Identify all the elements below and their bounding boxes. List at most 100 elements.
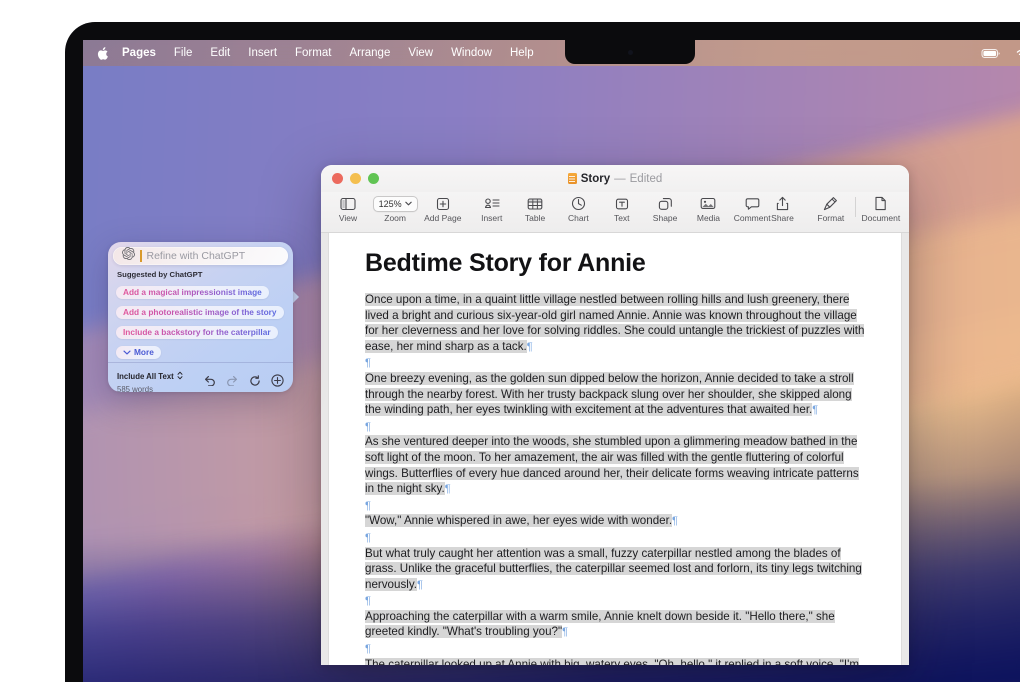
undo-icon[interactable] bbox=[203, 375, 216, 386]
paragraph-1-text: Once upon a time, in a quaint little vil… bbox=[365, 293, 865, 353]
chatgpt-refine-panel: Refine with ChatGPT Suggested by ChatGPT… bbox=[108, 242, 299, 392]
toolbar-insert-label: Insert bbox=[481, 213, 503, 223]
toolbar-share-label: Share bbox=[771, 213, 794, 223]
toolbar-zoom-control[interactable]: 125% Zoom bbox=[372, 195, 418, 223]
toolbar-share-button[interactable]: Share bbox=[768, 195, 798, 223]
chatgpt-input-row[interactable]: Refine with ChatGPT bbox=[113, 246, 288, 265]
suggestion-pill-2[interactable]: Add a photorealistic image of the story bbox=[116, 305, 284, 319]
toolbar-document-button[interactable]: Document bbox=[861, 195, 900, 223]
battery-icon[interactable] bbox=[981, 48, 1001, 59]
apple-logo-icon[interactable] bbox=[96, 46, 113, 61]
pilcrow-mark: ¶ bbox=[562, 626, 569, 639]
toolbar-media-button[interactable]: Media bbox=[693, 195, 723, 223]
document-page-area: Bedtime Story for Annie Once upon a time… bbox=[321, 233, 909, 665]
toolbar-table-button[interactable]: Table bbox=[520, 195, 550, 223]
add-page-icon bbox=[436, 195, 450, 212]
chatgpt-input-placeholder[interactable]: Refine with ChatGPT bbox=[147, 250, 246, 262]
paragraph-6: Approaching the caterpillar with a warm … bbox=[365, 609, 865, 641]
pilcrow-mark: ¶ bbox=[812, 404, 819, 417]
menu-bar: Pages File Edit Insert Format Arrange Vi… bbox=[83, 40, 1020, 66]
close-button[interactable] bbox=[332, 173, 343, 184]
pilcrow-mark: ¶ bbox=[526, 340, 533, 353]
pilcrow-mark: ¶ bbox=[365, 595, 371, 608]
redo-icon[interactable] bbox=[226, 375, 239, 386]
maximize-button[interactable] bbox=[368, 173, 379, 184]
pages-window: Story — Edited View 125% Zoom Add Page I… bbox=[321, 165, 909, 665]
suggestion-pill-1[interactable]: Add a magical impressionist image bbox=[116, 285, 269, 299]
toolbar-shape-button[interactable]: Shape bbox=[650, 195, 680, 223]
document-paper[interactable]: Bedtime Story for Annie Once upon a time… bbox=[329, 233, 901, 665]
toolbar-text-label: Text bbox=[613, 213, 630, 223]
paragraph-3-text: As she ventured deeper into the woods, s… bbox=[365, 435, 859, 496]
chatgpt-footer: Include All Text 585 words bbox=[108, 362, 293, 392]
suggestion-pill-2-label: Add a photorealistic image of the story bbox=[123, 307, 277, 317]
pilcrow-mark: ¶ bbox=[365, 499, 371, 512]
include-all-text-selector[interactable]: Include All Text bbox=[117, 367, 183, 385]
toolbar-view-label: View bbox=[338, 213, 358, 223]
toolbar-comment-button[interactable]: Comment bbox=[734, 195, 771, 223]
toolbar-text-button[interactable]: Text bbox=[607, 195, 637, 223]
toolbar-view-button[interactable]: View bbox=[333, 195, 363, 223]
format-brush-icon bbox=[823, 195, 838, 212]
add-icon[interactable] bbox=[271, 374, 284, 387]
openai-logo-icon bbox=[122, 246, 135, 265]
window-titlebar: Story — Edited bbox=[321, 165, 909, 192]
share-icon bbox=[776, 195, 789, 212]
toolbar-format-label: Format bbox=[817, 213, 845, 223]
toolbar-shape-label: Shape bbox=[652, 213, 678, 223]
title-separator: — bbox=[614, 172, 626, 185]
toolbar-document-label: Document bbox=[861, 213, 901, 223]
toolbar-add-page-button[interactable]: Add Page bbox=[424, 195, 462, 223]
menu-item-window[interactable]: Window bbox=[442, 47, 501, 59]
menu-item-view[interactable]: View bbox=[399, 47, 442, 59]
media-image-icon bbox=[700, 195, 716, 212]
pages-document-icon bbox=[567, 173, 577, 184]
document-icon bbox=[874, 195, 887, 212]
paragraph-7: The caterpillar looked up at Annie with … bbox=[365, 657, 865, 665]
zoom-value-chip[interactable]: 125% bbox=[372, 195, 418, 212]
toolbar-table-label: Table bbox=[524, 213, 546, 223]
refresh-icon[interactable] bbox=[249, 374, 261, 387]
toolbar-add-page-label: Add Page bbox=[424, 213, 462, 223]
pilcrow-mark: ¶ bbox=[365, 643, 371, 656]
document-name: Story bbox=[580, 172, 611, 185]
document-title: Story — Edited bbox=[321, 165, 909, 192]
wifi-icon[interactable] bbox=[1015, 48, 1020, 59]
menu-item-pages[interactable]: Pages bbox=[113, 47, 165, 59]
paragraph-4: "Wow," Annie whispered in awe, her eyes … bbox=[365, 513, 865, 530]
blank-line-5: ¶ bbox=[365, 593, 865, 609]
suggestion-pill-3[interactable]: Include a backstory for the caterpillar bbox=[116, 325, 278, 339]
menu-item-arrange[interactable]: Arrange bbox=[340, 47, 399, 59]
menu-item-edit[interactable]: Edit bbox=[201, 47, 239, 59]
menu-item-help[interactable]: Help bbox=[501, 47, 543, 59]
minimize-button[interactable] bbox=[350, 173, 361, 184]
comment-icon bbox=[745, 195, 760, 212]
laptop-frame: Pages File Edit Insert Format Arrange Vi… bbox=[65, 22, 1020, 682]
blank-line-3: ¶ bbox=[365, 498, 865, 514]
chatgpt-suggestions: Suggested by ChatGPT Add a magical impre… bbox=[108, 269, 293, 362]
toolbar-insert-button[interactable]: Insert bbox=[477, 195, 507, 223]
chart-icon bbox=[571, 195, 586, 212]
updown-chevron-icon bbox=[177, 367, 183, 385]
paragraph-1: Once upon a time, in a quaint little vil… bbox=[365, 292, 865, 355]
pilcrow-mark: ¶ bbox=[365, 420, 371, 433]
blank-line-4: ¶ bbox=[365, 530, 865, 546]
menu-item-format[interactable]: Format bbox=[286, 47, 340, 59]
menu-item-insert[interactable]: Insert bbox=[239, 47, 286, 59]
camera-notch bbox=[565, 40, 695, 64]
toolbar-chart-button[interactable]: Chart bbox=[563, 195, 593, 223]
toolbar-zoom-label: Zoom bbox=[384, 213, 406, 223]
paragraph-6-text: Approaching the caterpillar with a warm … bbox=[365, 609, 835, 639]
menu-item-file[interactable]: File bbox=[165, 47, 202, 59]
camera-icon bbox=[627, 49, 633, 55]
suggestion-pill-3-label: Include a backstory for the caterpillar bbox=[123, 327, 271, 337]
story-title: Bedtime Story for Annie bbox=[365, 249, 646, 277]
blank-line-1: ¶ bbox=[365, 355, 865, 371]
pilcrow-mark: ¶ bbox=[672, 515, 678, 528]
zoom-value: 125% bbox=[378, 198, 402, 209]
more-suggestions-button[interactable]: More bbox=[116, 345, 161, 359]
shape-icon bbox=[658, 195, 673, 212]
include-all-text-label: Include All Text bbox=[117, 371, 174, 381]
toolbar-format-button[interactable]: Format bbox=[816, 195, 846, 223]
paragraph-5-text: But what truly caught her attention was … bbox=[365, 546, 862, 591]
